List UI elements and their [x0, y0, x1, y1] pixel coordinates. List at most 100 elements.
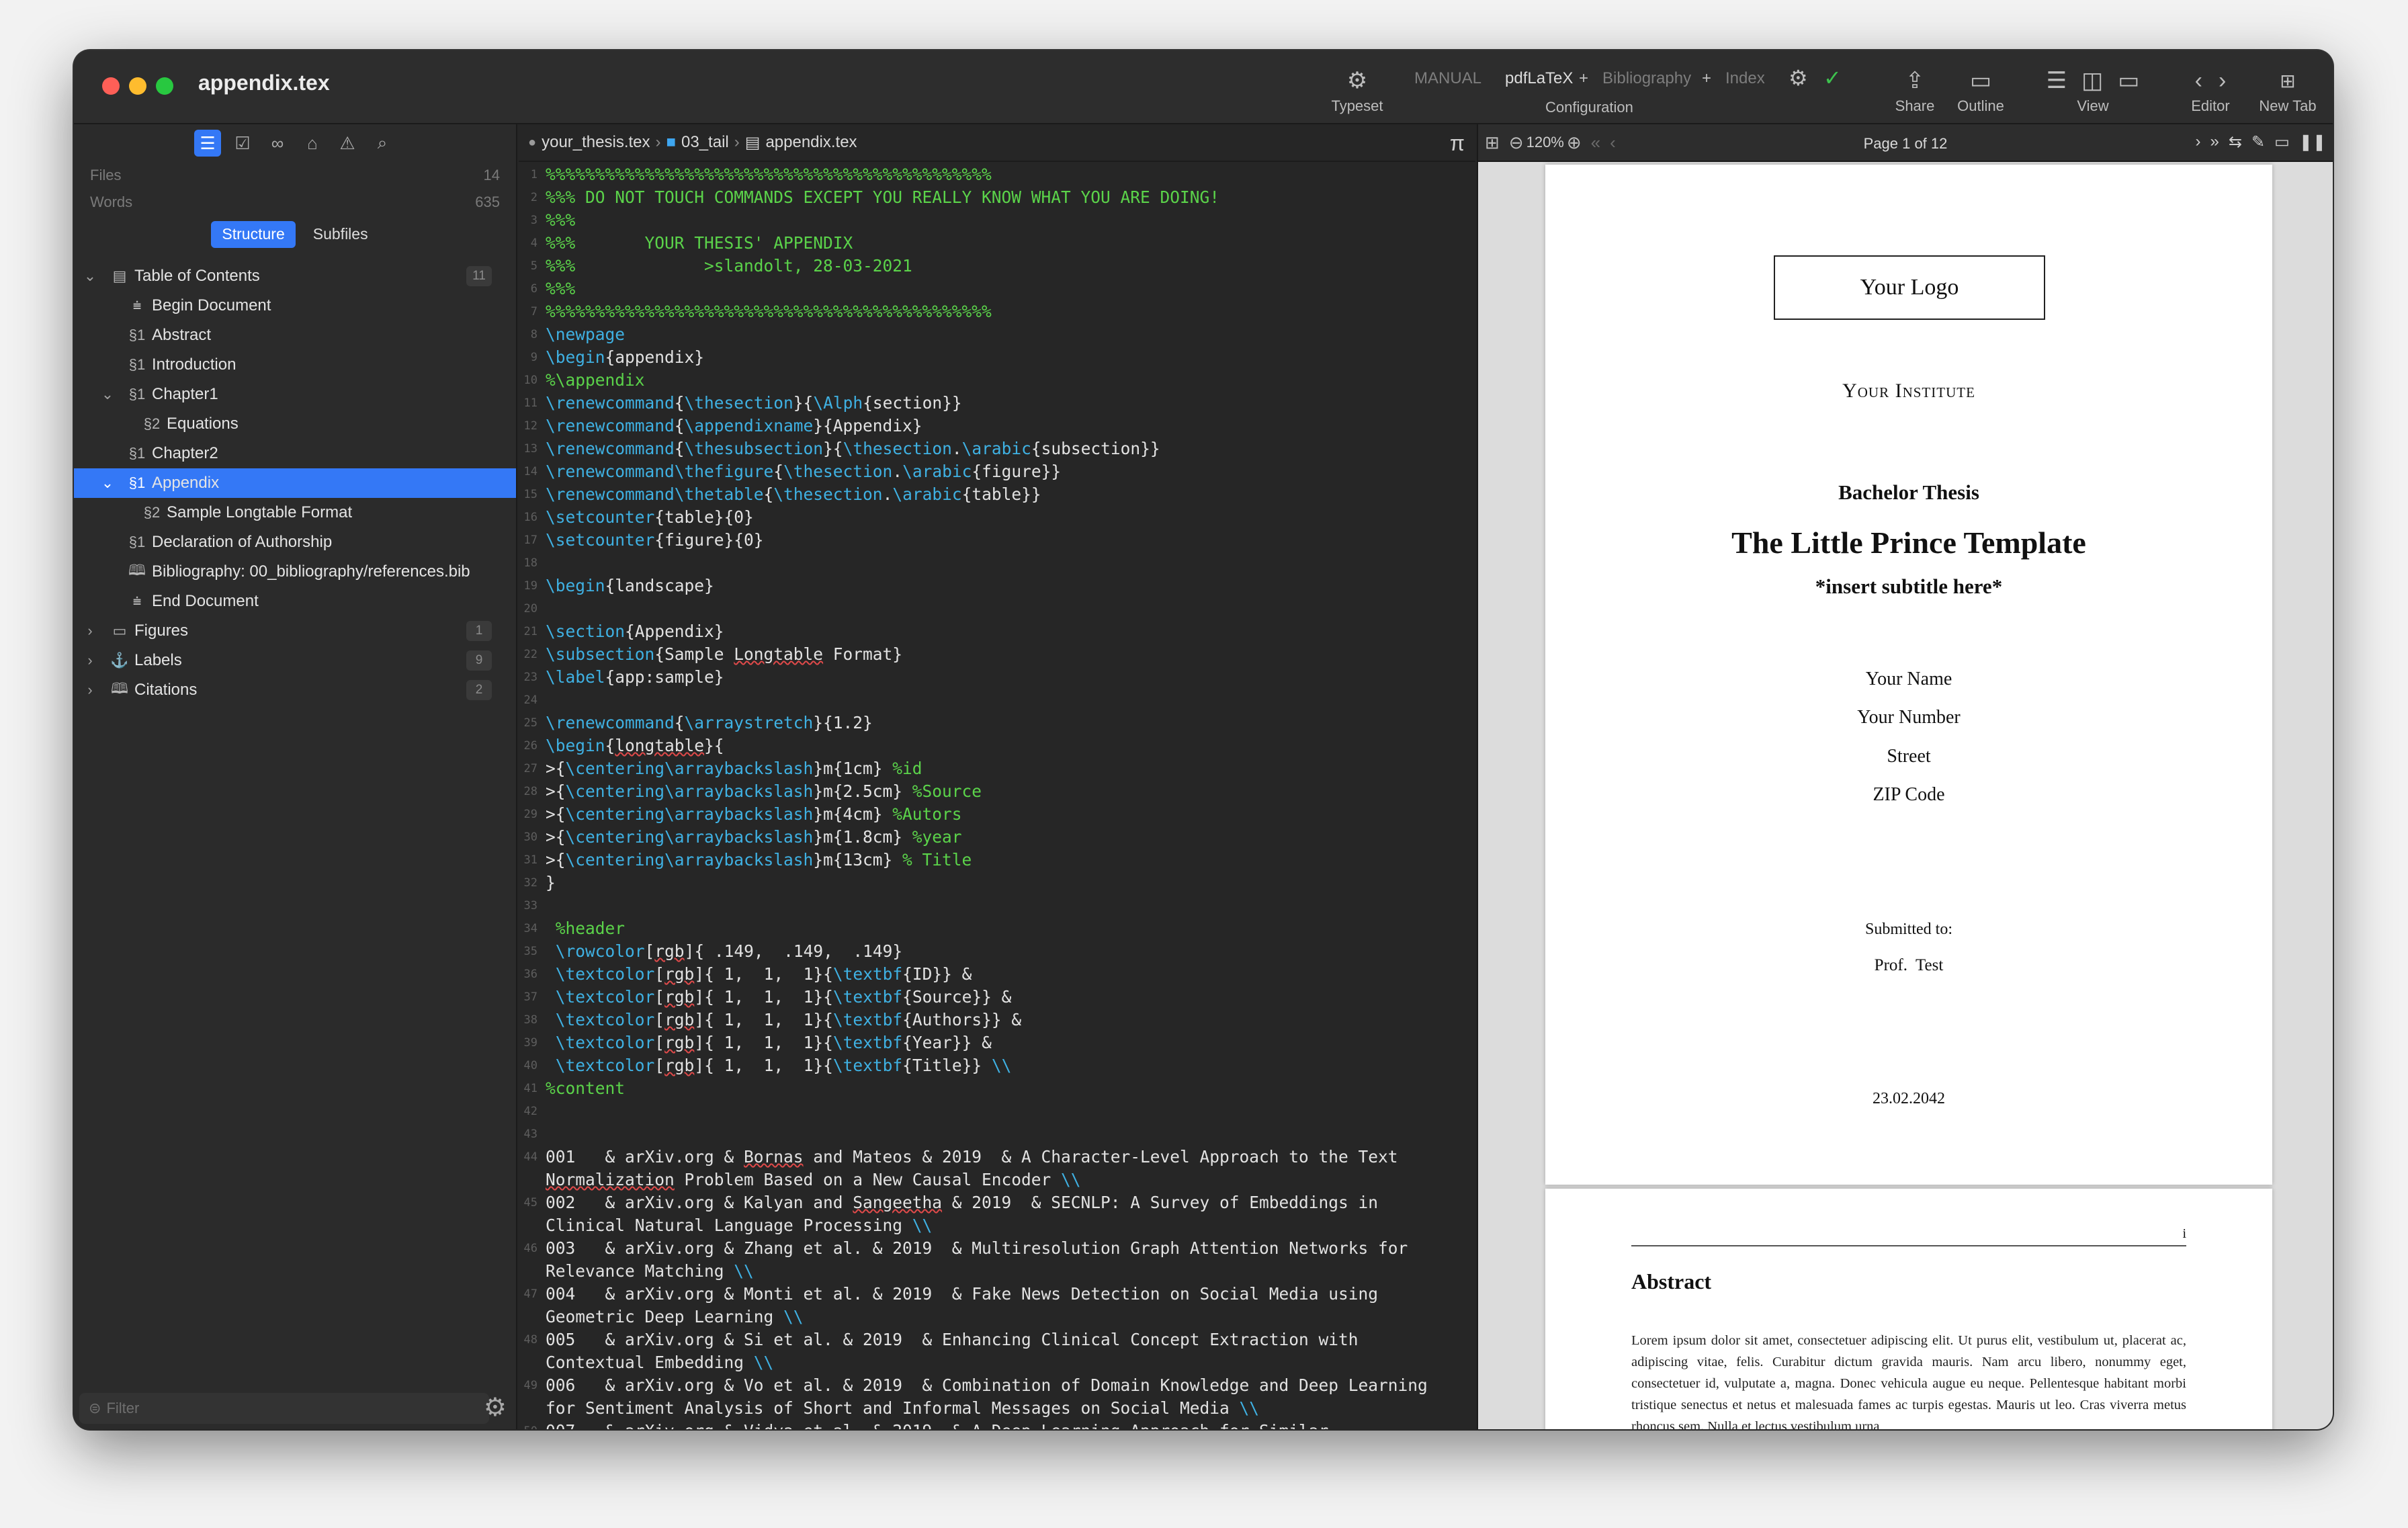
- code-line[interactable]: 16 \setcounter{table}{0}: [519, 506, 1475, 529]
- code-line[interactable]: 4 %%% YOUR THESIS' APPENDIX: [519, 232, 1475, 255]
- code-line[interactable]: 46 003 & arXiv.org & Zhang et al. & 2019 …: [519, 1237, 1475, 1283]
- tree-item[interactable]: §1 Chapter2: [74, 439, 516, 468]
- single-column-icon[interactable]: ☰: [2047, 67, 2067, 94]
- new-tab-button[interactable]: ⊞ New Tab: [2251, 65, 2325, 115]
- code-line[interactable]: 2 %%% DO NOT TOUCH COMMANDS EXCEPT YOU RE…: [519, 186, 1475, 209]
- manual-mode-label[interactable]: MANUAL: [1414, 69, 1481, 88]
- close-window-button[interactable]: [102, 77, 120, 95]
- code-line[interactable]: 43: [519, 1123, 1475, 1146]
- breadcrumb-root[interactable]: your_thesis.tex: [542, 133, 650, 152]
- code-line[interactable]: 13 \renewcommand{\thesubsection}{\thesect…: [519, 437, 1475, 460]
- disclosure-chevron-icon[interactable]: ⌄: [101, 386, 114, 403]
- code-area[interactable]: 1%%%%%%%%%%%%%%%%%%%%%%%%%%%%%%%%%%%%%%%…: [519, 163, 1475, 1429]
- code-line[interactable]: 35 \rowcolor[rgb]{ .149, .149, .149}: [519, 940, 1475, 963]
- outline-list-icon[interactable]: ☰: [194, 130, 221, 157]
- code-line[interactable]: 6%%%: [519, 278, 1475, 300]
- disclosure-chevron-icon[interactable]: ›: [83, 652, 97, 669]
- tree-item[interactable]: ⩧ Begin Document: [74, 291, 516, 321]
- code-line[interactable]: 48 005 & arXiv.org & Si et al. & 2019 & E…: [519, 1328, 1475, 1374]
- code-line[interactable]: 1%%%%%%%%%%%%%%%%%%%%%%%%%%%%%%%%%%%%%%%…: [519, 163, 1475, 186]
- breadcrumb-folder[interactable]: 03_tail: [681, 133, 729, 152]
- code-line[interactable]: 27 >{\centering\arraybackslash}m{1cm} %id: [519, 757, 1475, 780]
- tab-subfiles[interactable]: Subfiles: [302, 221, 379, 248]
- tree-item[interactable]: › ⚓ Labels 9: [74, 646, 516, 675]
- tree-item[interactable]: §2 Equations: [74, 409, 516, 439]
- filter-field[interactable]: ⊜ Filter: [79, 1393, 489, 1424]
- split-view-icon[interactable]: ◫: [2081, 67, 2103, 94]
- tree-item[interactable]: › 🕮 Citations 2: [74, 675, 516, 705]
- zoom-window-button[interactable]: [156, 77, 173, 95]
- code-line[interactable]: 49 006 & arXiv.org & Vo et al. & 2019 & C…: [519, 1374, 1475, 1420]
- code-line[interactable]: 3%%%: [519, 209, 1475, 232]
- settings-gear-icon[interactable]: ⚙: [1789, 65, 1808, 91]
- folder-icon[interactable]: ⌂: [299, 130, 326, 157]
- code-line[interactable]: 32}: [519, 872, 1475, 894]
- code-line[interactable]: 44 001 & arXiv.org & Bornas and Mateos & …: [519, 1146, 1475, 1191]
- preview-only-icon[interactable]: ▭: [2118, 67, 2139, 94]
- last-page-icon[interactable]: »: [2210, 132, 2219, 152]
- code-line[interactable]: 26 \begin{longtable}{: [519, 734, 1475, 757]
- sidebar-gear-icon[interactable]: ⚙: [484, 1392, 507, 1423]
- code-line[interactable]: 45 002 & arXiv.org & Kalyan and Sangeetha…: [519, 1191, 1475, 1237]
- minimize-window-button[interactable]: [129, 77, 146, 95]
- sync-icon[interactable]: ⇆: [2229, 132, 2242, 152]
- code-line[interactable]: 18: [519, 552, 1475, 575]
- disclosure-chevron-icon[interactable]: ⌄: [83, 267, 97, 285]
- annotate-icon[interactable]: ✎: [2251, 132, 2265, 152]
- disclosure-chevron-icon[interactable]: ⌄: [101, 474, 114, 492]
- code-line[interactable]: 14 \renewcommand\thefigure{\thesection.\a…: [519, 460, 1475, 483]
- code-line[interactable]: 21 \section{Appendix}: [519, 620, 1475, 643]
- view-segment[interactable]: ☰ ◫ ▭ View: [2016, 65, 2170, 115]
- disclosure-chevron-icon[interactable]: ›: [83, 622, 97, 640]
- tree-item[interactable]: ⌄ §1 Chapter1: [74, 380, 516, 409]
- chevron-left-icon[interactable]: ‹: [2195, 68, 2202, 94]
- code-line[interactable]: 47 004 & arXiv.org & Monti et al. & 2019 …: [519, 1283, 1475, 1328]
- code-line[interactable]: 5 %%% >slandolt, 28-03-2021: [519, 255, 1475, 278]
- link-icon[interactable]: ∞: [264, 130, 291, 157]
- code-line[interactable]: 30 >{\centering\arraybackslash}m{1.8cm} %…: [519, 826, 1475, 849]
- code-line[interactable]: 31 >{\centering\arraybackslash}m{13cm} % …: [519, 849, 1475, 872]
- code-line[interactable]: 19 \begin{landscape}: [519, 575, 1475, 597]
- tree-item[interactable]: › ▭ Figures 1: [74, 616, 516, 646]
- code-line[interactable]: 9 \begin{appendix}: [519, 346, 1475, 369]
- disclosure-chevron-icon[interactable]: ›: [83, 681, 97, 699]
- bibliography-toggle[interactable]: Bibliography: [1602, 69, 1691, 88]
- code-line[interactable]: 50007 & arXiv.org & Vidya et al. & 2019 …: [519, 1420, 1475, 1429]
- breadcrumb-file[interactable]: appendix.tex: [765, 133, 857, 152]
- index-toggle[interactable]: Index: [1725, 69, 1765, 88]
- search-icon[interactable]: ⌕: [369, 130, 396, 157]
- code-line[interactable]: 33: [519, 894, 1475, 917]
- next-page-icon[interactable]: ›: [2196, 132, 2201, 152]
- code-editor[interactable]: ● your_thesis.tex › ■ 03_tail › ▤ append…: [519, 124, 1475, 1429]
- warning-icon[interactable]: ⚠: [334, 130, 361, 157]
- code-line[interactable]: 38 \textcolor[rgb]{ 1, 1, 1}{\textbf{Aut…: [519, 1009, 1475, 1031]
- code-line[interactable]: 15 \renewcommand\thetable{\thesection.\ar…: [519, 483, 1475, 506]
- code-line[interactable]: 42: [519, 1100, 1475, 1123]
- code-line[interactable]: 39 \textcolor[rgb]{ 1, 1, 1}{\textbf{Yea…: [519, 1031, 1475, 1054]
- engine-select[interactable]: pdfLaTeX: [1505, 69, 1573, 88]
- tree-item[interactable]: §1 Introduction: [74, 350, 516, 380]
- code-line[interactable]: 29 >{\centering\arraybackslash}m{4cm} %Au…: [519, 803, 1475, 826]
- pause-icon[interactable]: ❚❚: [2299, 132, 2326, 152]
- typeset-button[interactable]: ⚙ Typeset: [1324, 65, 1391, 115]
- outline-button[interactable]: ▭ Outline: [1947, 65, 2014, 115]
- code-line[interactable]: 17 \setcounter{figure}{0}: [519, 529, 1475, 552]
- code-line[interactable]: 34 %header: [519, 917, 1475, 940]
- chevron-right-icon[interactable]: ›: [2219, 68, 2226, 94]
- display-icon[interactable]: ▭: [2274, 132, 2290, 152]
- tree-item[interactable]: ⌄ ▤ Table of Contents 11: [74, 261, 516, 291]
- tree-item[interactable]: 🕮 Bibliography: 00_bibliography/reference…: [74, 557, 516, 587]
- code-line[interactable]: 20: [519, 597, 1475, 620]
- code-line[interactable]: 23 \label{app:sample}: [519, 666, 1475, 689]
- code-line[interactable]: 12 \renewcommand{\appendixname}{Appendix}: [519, 415, 1475, 437]
- code-line[interactable]: 37 \textcolor[rgb]{ 1, 1, 1}{\textbf{Sou…: [519, 986, 1475, 1009]
- code-line[interactable]: 28 >{\centering\arraybackslash}m{2.5cm} %…: [519, 780, 1475, 803]
- editor-nav[interactable]: ‹ › Editor: [2177, 65, 2244, 115]
- code-line[interactable]: 25 \renewcommand{\arraystretch}{1.2}: [519, 712, 1475, 734]
- math-symbols-pi-icon[interactable]: π: [1450, 131, 1465, 156]
- tree-item[interactable]: ⌄ §1 Appendix: [74, 468, 516, 498]
- tree-item[interactable]: §1 Declaration of Authorship: [74, 527, 516, 557]
- code-line[interactable]: 10 %\appendix: [519, 369, 1475, 392]
- code-line[interactable]: 24: [519, 689, 1475, 712]
- code-line[interactable]: 41 %content: [519, 1077, 1475, 1100]
